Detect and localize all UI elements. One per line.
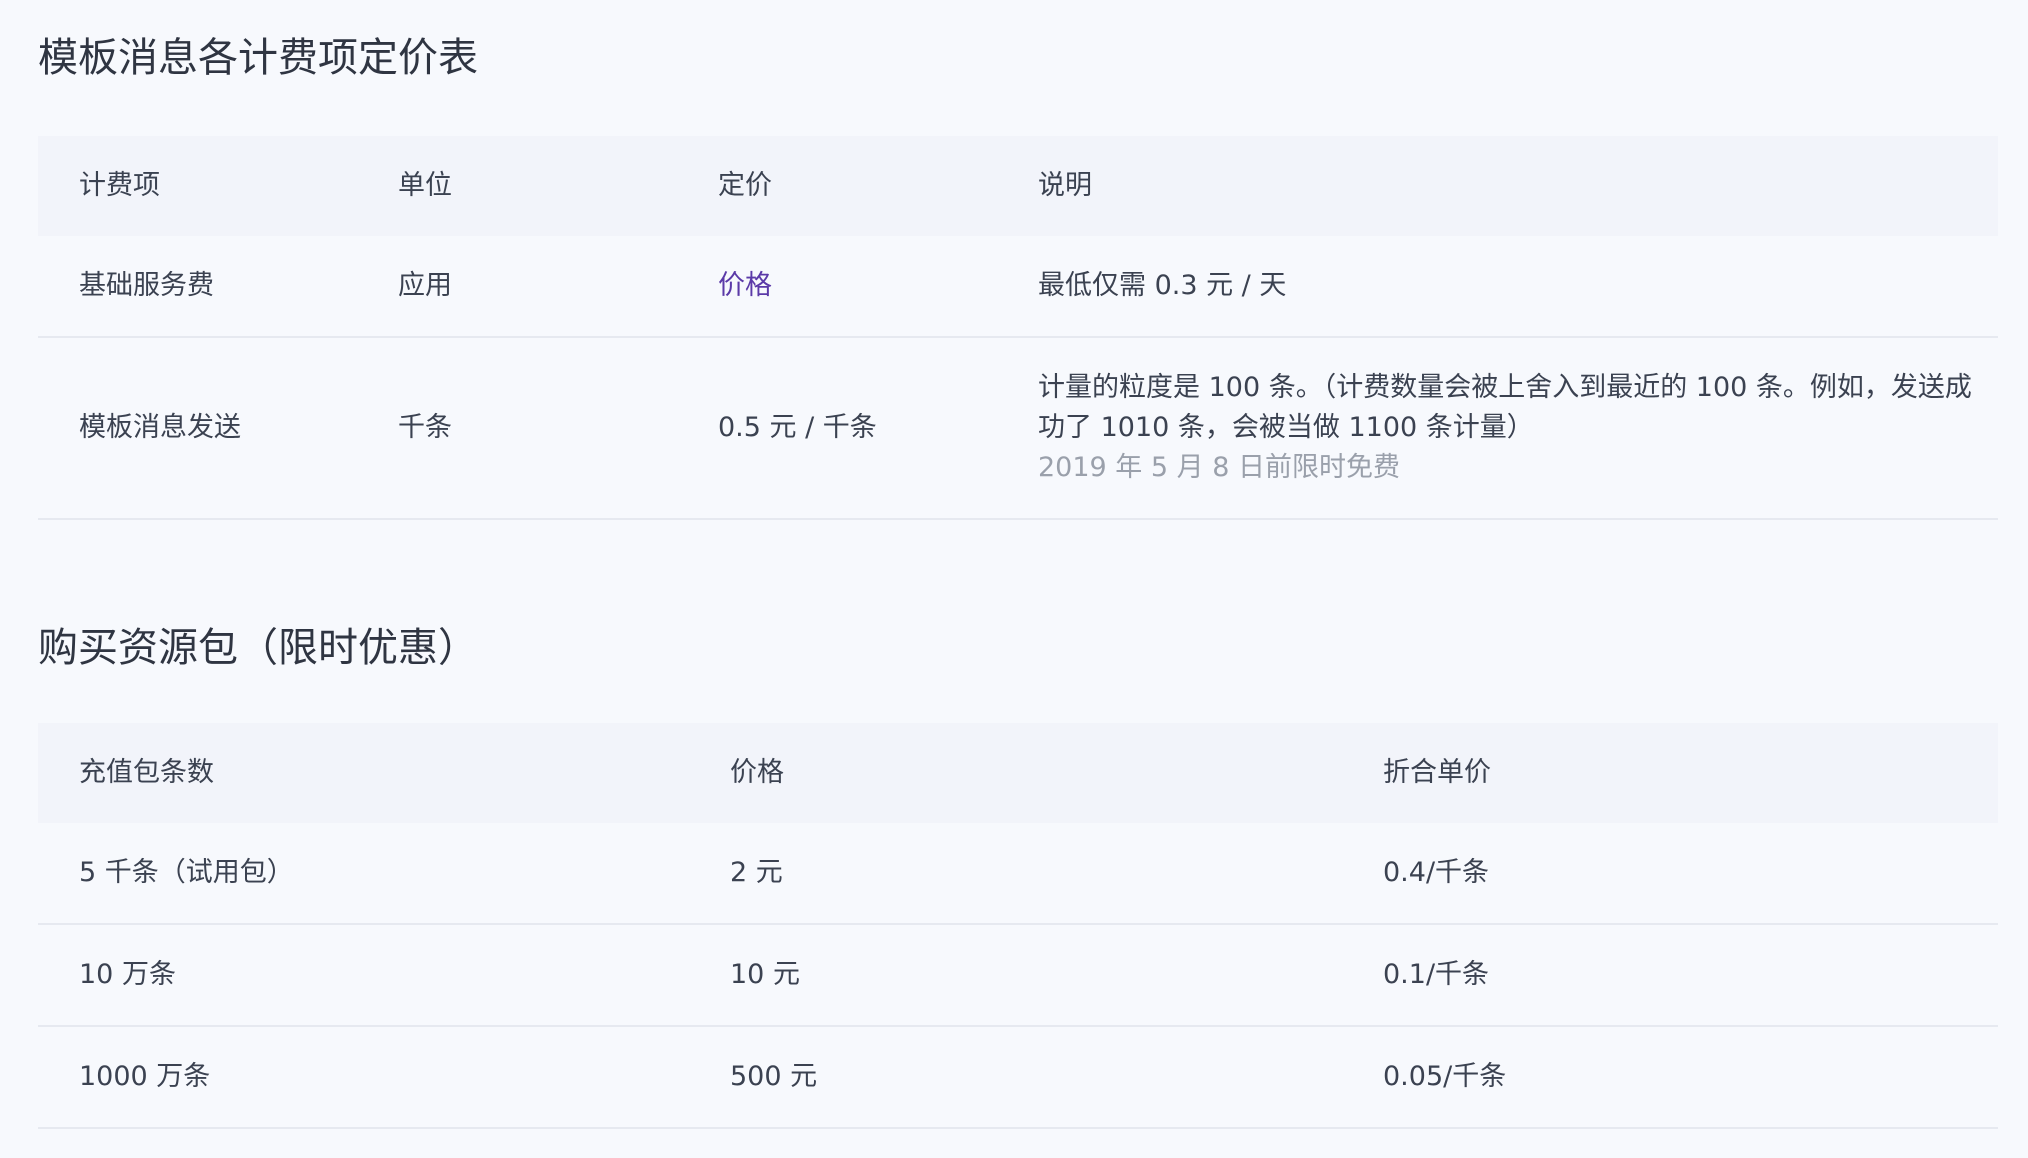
pricing-table-title: 模板消息各计费项定价表 bbox=[38, 35, 478, 81]
unit-cell: 千条 bbox=[398, 412, 452, 443]
table-row: 10 万条 10 元 0.1/千条 bbox=[38, 925, 1998, 1027]
count-cell: 5 千条（试用包） bbox=[79, 857, 294, 888]
column-header-price: 价格 bbox=[730, 757, 784, 788]
column-header-unit: 单位 bbox=[398, 170, 452, 201]
table-row: 1000 万条 500 元 0.05/千条 bbox=[38, 1027, 1998, 1129]
unit-price-cell: 0.1/千条 bbox=[1383, 959, 1490, 990]
column-header-item: 计费项 bbox=[79, 170, 160, 201]
note-cell: 最低仅需 0.3 元 / 天 bbox=[1038, 270, 1287, 301]
price-cell: 10 元 bbox=[730, 959, 800, 990]
page: 模板消息各计费项定价表 计费项 单位 定价 说明 基础服务费 应用 价格 最低仅… bbox=[0, 0, 2028, 1158]
note-text: 计量的粒度是 100 条。（计费数量会被上舍入到最近的 100 条。例如，发送成… bbox=[1038, 372, 1972, 443]
price-cell: 价格 bbox=[718, 236, 1018, 336]
column-header-note: 说明 bbox=[1038, 170, 1092, 201]
table-row: 基础服务费 应用 价格 最低仅需 0.3 元 / 天 bbox=[38, 236, 1998, 338]
column-header-price: 定价 bbox=[718, 170, 772, 201]
pricing-table: 计费项 单位 定价 说明 基础服务费 应用 价格 最低仅需 0.3 元 / 天 … bbox=[38, 136, 1998, 520]
item-cell: 模板消息发送 bbox=[79, 412, 241, 443]
unit-price-cell: 0.4/千条 bbox=[1383, 857, 1490, 888]
count-cell: 10 万条 bbox=[79, 959, 176, 990]
price-link[interactable]: 价格 bbox=[718, 266, 1018, 306]
table-header-row: 计费项 单位 定价 说明 bbox=[38, 136, 1998, 236]
packages-table: 充值包条数 价格 折合单价 5 千条（试用包） 2 元 0.4/千条 10 万条… bbox=[38, 723, 1998, 1129]
column-header-count: 充值包条数 bbox=[79, 757, 214, 788]
free-period-note: 2019 年 5 月 8 日前限时免费 bbox=[1038, 452, 1400, 483]
table-row: 5 千条（试用包） 2 元 0.4/千条 bbox=[38, 823, 1998, 925]
price-cell: 500 元 bbox=[730, 1061, 818, 1092]
count-cell: 1000 万条 bbox=[79, 1061, 211, 1092]
unit-cell: 应用 bbox=[398, 270, 452, 301]
column-header-unit-price: 折合单价 bbox=[1383, 757, 1491, 788]
table-header-row: 充值包条数 价格 折合单价 bbox=[38, 723, 1998, 823]
table-row: 模板消息发送 千条 0.5 元 / 千条 计量的粒度是 100 条。（计费数量会… bbox=[38, 338, 1998, 520]
price-cell: 0.5 元 / 千条 bbox=[718, 412, 877, 443]
packages-table-title: 购买资源包（限时优惠） bbox=[38, 625, 478, 671]
item-cell: 基础服务费 bbox=[79, 270, 214, 301]
price-cell: 2 元 bbox=[730, 857, 783, 888]
unit-price-cell: 0.05/千条 bbox=[1383, 1061, 1507, 1092]
note-cell: 计量的粒度是 100 条。（计费数量会被上舍入到最近的 100 条。例如，发送成… bbox=[1038, 338, 1998, 518]
